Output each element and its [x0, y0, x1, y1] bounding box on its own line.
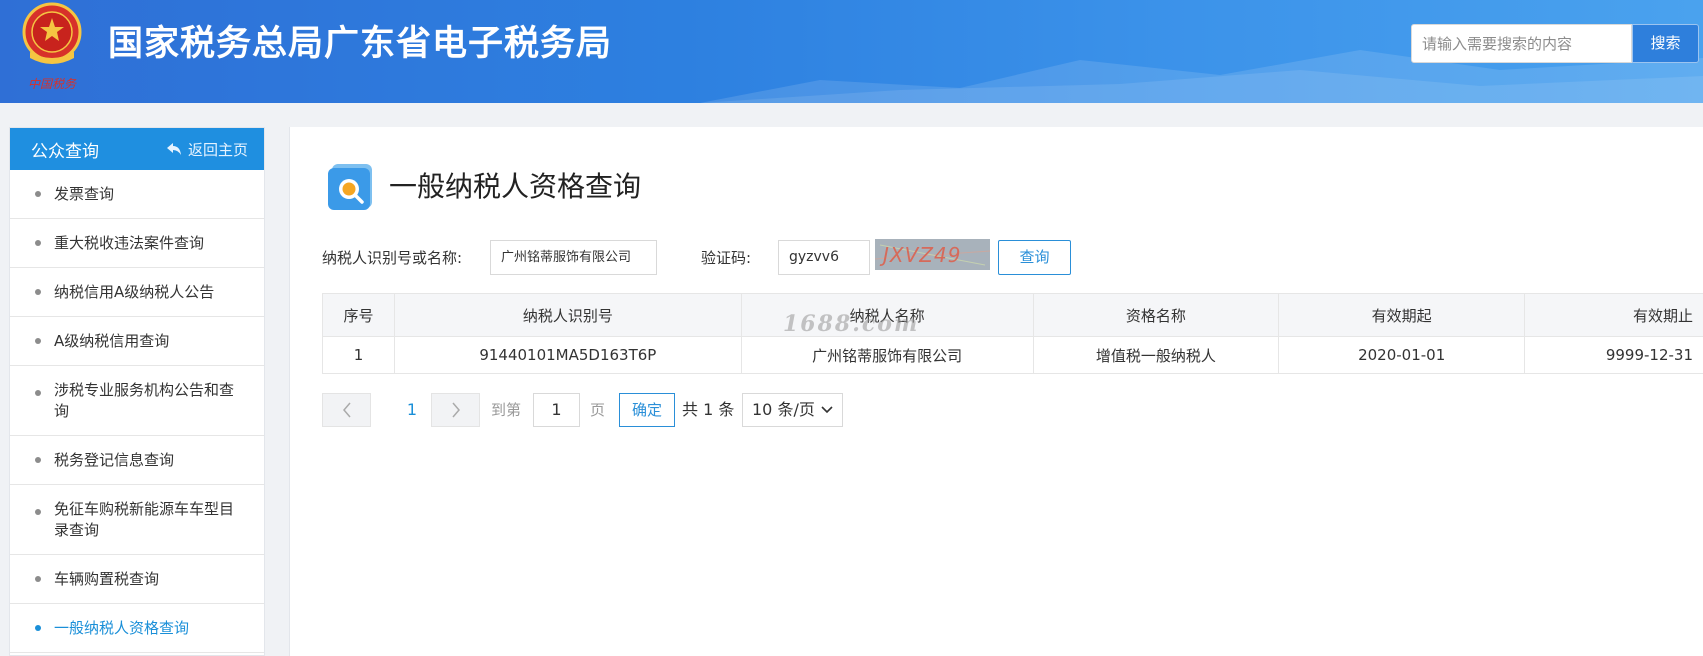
site-title: 国家税务总局广东省电子税务局 [108, 24, 613, 64]
chevron-left-icon [342, 402, 351, 418]
taxpayer-label: 纳税人识别号或名称: [322, 249, 463, 267]
query-search-icon [328, 164, 372, 210]
sidebar-item-general-taxpayer-qualification[interactable]: 一般纳税人资格查询 [10, 604, 264, 653]
prev-page-button[interactable] [322, 393, 371, 427]
sidebar-item-a-credit-query[interactable]: A级纳税信用查询 [10, 317, 264, 366]
sidebar-item-label: 免征车购税新能源车车型目录查询 [54, 499, 235, 539]
goto-page-input[interactable]: 1 [533, 393, 580, 427]
goto-label: 到第 [491, 401, 522, 419]
sidebar-item-label: 一般纳税人资格查询 [54, 618, 190, 637]
sidebar-title: 公众查询 [31, 141, 99, 162]
result-table: 序号 纳税人识别号 纳税人名称 资格名称 有效期起 有效期止 1 9144010… [322, 293, 1703, 374]
sidebar-item-label: 税务登记信息查询 [54, 450, 175, 469]
svg-text:中国税务: 中国税务 [28, 77, 77, 91]
back-arrow-icon [166, 143, 181, 155]
sidebar-item-vehicle-purchase-tax[interactable]: 车辆购置税查询 [10, 555, 264, 604]
captcha-image[interactable]: JXVZ49 [875, 239, 990, 270]
bullet-icon [35, 625, 41, 631]
sidebar-item-tax-service-agency[interactable]: 涉税专业服务机构公告和查询 [10, 366, 264, 436]
table-header-row: 序号 纳税人识别号 纳税人名称 资格名称 有效期起 有效期止 [322, 293, 1703, 337]
back-home-label: 返回主页 [187, 140, 248, 159]
bullet-icon [35, 240, 41, 246]
search-button[interactable]: 搜索 [1632, 24, 1699, 63]
sidebar-item-major-tax-violation[interactable]: 重大税收违法案件查询 [10, 219, 264, 268]
cell-index: 1 [322, 336, 395, 374]
sidebar-item-invoice-query[interactable]: 发票查询 [10, 170, 264, 219]
captcha-label: 验证码: [701, 249, 752, 267]
page-size-select[interactable]: 10 条/页 [742, 393, 843, 427]
watermark: 1688.com [783, 311, 920, 337]
captcha-noise: JXVZ49 [875, 243, 990, 267]
bullet-icon [35, 509, 41, 515]
sidebar-header: 公众查询 返回主页 [10, 128, 264, 170]
sidebar-item-label: A级纳税信用查询 [54, 331, 170, 350]
cell-taxpayer-id: 91440101MA5D163T6P [393, 336, 742, 374]
main-content: 一般纳税人资格查询 纳税人识别号或名称: 广州铭蒂服饰有限公司 验证码: gyz… [289, 127, 1703, 656]
bullet-icon [35, 338, 41, 344]
chevron-down-icon [821, 406, 833, 414]
sidebar-item-label: 纳税信用A级纳税人公告 [54, 282, 215, 301]
sidebar: 公众查询 返回主页 发票查询 重大税收违法案件查询 纳税信用A级纳税人公告 A级… [9, 127, 265, 656]
col-header-taxpayer-id: 纳税人识别号 [393, 293, 742, 337]
sidebar-item-a-credit-announcement[interactable]: 纳税信用A级纳税人公告 [10, 268, 264, 317]
page-number[interactable]: 1 [397, 395, 427, 425]
search-input[interactable] [1411, 24, 1632, 63]
sidebar-item-tax-registration[interactable]: 税务登记信息查询 [10, 436, 264, 485]
page-unit-label: 页 [590, 401, 606, 419]
bullet-icon [35, 289, 41, 295]
goto-confirm-button[interactable]: 确定 [619, 393, 675, 427]
cell-qualification: 增值税一般纳税人 [1032, 336, 1280, 374]
page-size-value: 10 条/页 [752, 400, 815, 419]
sidebar-item-label: 涉税专业服务机构公告和查询 [54, 380, 235, 420]
col-header-valid-from: 有效期起 [1278, 293, 1526, 337]
sidebar-item-label: 发票查询 [54, 184, 115, 203]
query-button[interactable]: 查询 [998, 240, 1071, 275]
captcha-input[interactable]: gyzvv6 [778, 240, 870, 275]
back-home-link[interactable]: 返回主页 [166, 139, 248, 160]
sidebar-item-label: 车辆购置税查询 [54, 569, 160, 588]
site-header: 中国税务 国家税务总局广东省电子税务局 搜索 [0, 0, 1703, 103]
bullet-icon [35, 191, 41, 197]
page-title: 一般纳税人资格查询 [389, 170, 642, 203]
bullet-icon [35, 457, 41, 463]
cell-valid-from: 2020-01-01 [1278, 336, 1526, 374]
sidebar-item-label: 重大税收违法案件查询 [54, 233, 205, 252]
tax-emblem-logo: 中国税务 [22, 2, 82, 91]
sidebar-item-new-energy-vehicle[interactable]: 免征车购税新能源车车型目录查询 [10, 485, 264, 555]
col-header-valid-to: 有效期止 [1524, 293, 1703, 337]
bullet-icon [35, 576, 41, 582]
col-header-qualification: 资格名称 [1032, 293, 1280, 337]
next-page-button[interactable] [431, 393, 480, 427]
taxpayer-input[interactable]: 广州铭蒂服饰有限公司 [490, 240, 657, 275]
total-count: 共 1 条 [682, 400, 735, 419]
captcha-text: JXVZ49 [879, 243, 961, 267]
bullet-icon [35, 390, 41, 396]
col-header-index: 序号 [322, 293, 395, 337]
chevron-right-icon [451, 402, 460, 418]
cell-taxpayer-name: 广州铭蒂服饰有限公司 [740, 336, 1034, 374]
cell-valid-to: 9999-12-31 [1524, 336, 1703, 374]
table-row: 1 91440101MA5D163T6P 广州铭蒂服饰有限公司 增值税一般纳税人… [322, 336, 1703, 374]
